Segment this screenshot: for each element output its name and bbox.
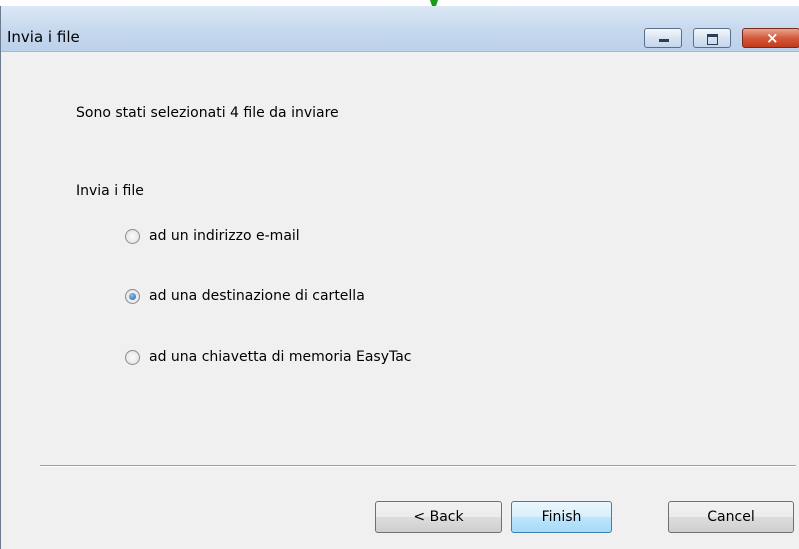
option-label: ad un indirizzo e-mail: [149, 228, 300, 244]
radio-button[interactable]: [125, 228, 140, 244]
title-bar[interactable]: Invia i file ×: [1, 6, 799, 52]
footer-separator: [40, 465, 796, 467]
maximize-icon: [707, 34, 718, 45]
option-email[interactable]: ad un indirizzo e-mail: [125, 225, 300, 247]
radio-button[interactable]: [125, 349, 140, 365]
minimize-button[interactable]: [644, 28, 682, 48]
close-button[interactable]: ×: [742, 28, 799, 48]
close-icon: ×: [766, 29, 779, 47]
back-button[interactable]: < Back: [375, 501, 502, 533]
option-easytac-usb[interactable]: ad una chiavetta di memoria EasyTac: [125, 346, 412, 368]
intro-text: Sono stati selezionati 4 file da inviare: [76, 105, 339, 121]
send-group-label: Invia i file: [76, 183, 144, 199]
finish-button[interactable]: Finish: [511, 501, 612, 533]
minimize-icon: [659, 39, 669, 42]
radio-button-checked[interactable]: [125, 288, 140, 304]
option-label: ad una chiavetta di memoria EasyTac: [149, 349, 412, 365]
maximize-button[interactable]: [693, 28, 731, 48]
window-title: Invia i file: [7, 28, 80, 46]
dialog-window: Invia i file × Sono stati selezionati 4 …: [0, 6, 799, 549]
option-folder[interactable]: ad una destinazione di cartella: [125, 285, 365, 307]
dialog-content: Sono stati selezionati 4 file da inviare…: [1, 52, 799, 549]
cancel-button[interactable]: Cancel: [668, 501, 794, 533]
option-label: ad una destinazione di cartella: [149, 288, 365, 304]
